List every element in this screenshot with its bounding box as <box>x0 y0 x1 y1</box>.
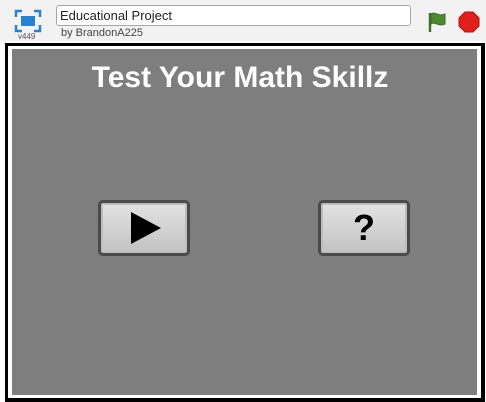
version-label: v449 <box>18 32 36 41</box>
player-toolbar: v449 by BrandonA225 <box>0 0 486 41</box>
help-button-label: ? <box>353 207 375 248</box>
play-triangle-icon <box>131 212 161 244</box>
stop-sign-icon[interactable] <box>458 11 480 33</box>
game-title: Test Your Math Skillz <box>91 61 389 94</box>
author-label: by BrandonA225 <box>61 27 143 39</box>
stage-border: Test Your Math Skillz ? <box>8 46 481 398</box>
project-title-input[interactable] <box>56 5 411 26</box>
green-flag-icon[interactable] <box>427 11 447 33</box>
stage-frame: Test Your Math Skillz ? <box>5 43 485 402</box>
play-button[interactable] <box>98 200 190 256</box>
stage-canvas[interactable]: Test Your Math Skillz ? <box>12 49 477 395</box>
fullscreen-icon[interactable] <box>14 9 42 33</box>
help-button[interactable]: ? <box>318 200 410 256</box>
